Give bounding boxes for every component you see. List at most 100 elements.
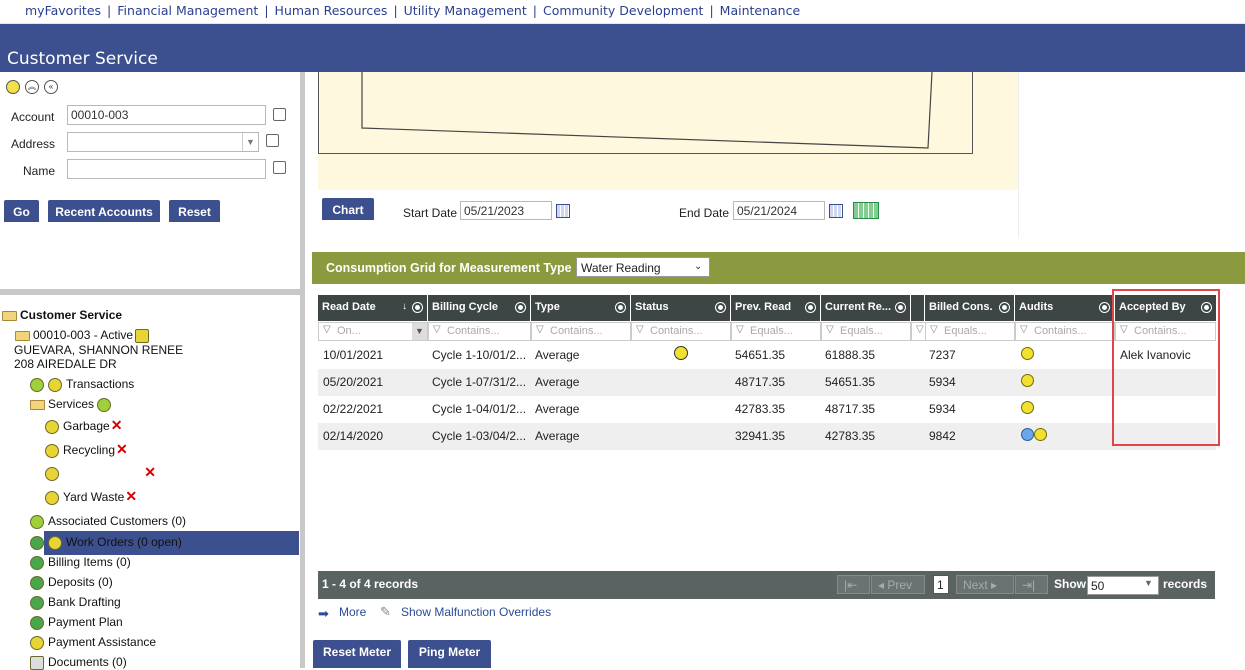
measurement-type-select[interactable]: Water Reading <box>576 257 710 277</box>
next-page-button[interactable]: Next ▸ <box>956 575 1014 594</box>
filter-audits[interactable]: Contains... <box>1015 322 1115 341</box>
tree-deposits[interactable]: Deposits (0) <box>30 575 113 590</box>
tree-service-garbage[interactable]: Garbage✕ <box>45 417 122 434</box>
gear-icon[interactable] <box>896 303 905 312</box>
first-page-button[interactable]: |⇤ <box>837 575 870 594</box>
audit-icon[interactable] <box>1021 346 1034 361</box>
nav-myfavorites[interactable]: myFavorites <box>25 3 101 18</box>
col-audits[interactable]: Audits <box>1015 295 1115 321</box>
go-button[interactable]: Go <box>4 200 39 222</box>
tree-billing-items[interactable]: Billing Items (0) <box>30 555 131 570</box>
audit-icons[interactable] <box>1021 427 1047 442</box>
tree-payment-plan[interactable]: Payment Plan <box>30 615 123 630</box>
calendar-icon[interactable] <box>829 204 843 218</box>
tree-account[interactable]: 00010-003 - Active <box>15 328 153 343</box>
gear-icon[interactable] <box>413 303 422 312</box>
grid-export-icon[interactable] <box>853 202 879 219</box>
tree-item-label: Payment Plan <box>48 615 123 629</box>
cell-current-read: 54651.35 <box>825 375 876 389</box>
info-icon[interactable] <box>1021 428 1034 442</box>
tree-work-orders[interactable]: Work Orders (0 open) <box>30 535 182 550</box>
address-select[interactable] <box>67 132 259 152</box>
filter-dropdown-icon[interactable]: ▼ <box>412 323 427 340</box>
gear-icon[interactable] <box>516 303 525 312</box>
filter-current-read[interactable]: Equals... <box>821 322 911 341</box>
inactive-x-icon: ✕ <box>144 464 156 480</box>
horizontal-splitter[interactable] <box>0 289 300 295</box>
audit-icon[interactable] <box>1034 428 1047 442</box>
ping-meter-button[interactable]: Ping Meter <box>408 640 491 668</box>
more-link[interactable]: More <box>339 605 366 619</box>
tree-services[interactable]: Services <box>30 397 115 412</box>
lock-icon <box>135 328 150 343</box>
collapse-up-icon[interactable]: ︽ <box>25 80 39 94</box>
filter-prev-read[interactable]: Equals... <box>731 322 821 341</box>
table-row[interactable]: 02/22/2021 Cycle 1-04/01/2... Average 42… <box>318 396 1216 423</box>
last-page-button[interactable]: ⇥| <box>1015 575 1048 594</box>
reset-button[interactable]: Reset <box>169 200 220 222</box>
col-billed-cons[interactable]: Billed Cons. <box>925 295 1015 321</box>
tree-associated-customers[interactable]: Associated Customers (0) <box>30 514 186 529</box>
col-hidden[interactable] <box>911 295 925 321</box>
nav-community-development[interactable]: Community Development <box>543 3 703 18</box>
recent-accounts-button[interactable]: Recent Accounts <box>48 200 160 222</box>
nav-maintenance[interactable]: Maintenance <box>720 3 801 18</box>
gear-icon[interactable] <box>1000 303 1009 312</box>
prev-page-button[interactable]: ◂ Prev <box>871 575 925 594</box>
start-date-input[interactable]: 05/21/2023 <box>460 201 552 220</box>
col-billing-cycle[interactable]: Billing Cycle <box>428 295 531 321</box>
col-type[interactable]: Type <box>531 295 631 321</box>
audit-icon[interactable] <box>1021 400 1034 415</box>
name-input[interactable] <box>67 159 266 179</box>
chevron-down-icon[interactable]: ⌄ <box>694 261 702 272</box>
filter-status[interactable]: Contains... <box>631 322 731 341</box>
nav-financial-management[interactable]: Financial Management <box>117 3 258 18</box>
col-read-date[interactable]: Read Date ↓ <box>318 295 428 321</box>
filter-type[interactable]: Contains... <box>531 322 631 341</box>
cell-billed-cons: 5934 <box>929 402 956 416</box>
dropdown-arrow-icon[interactable]: ▼ <box>242 133 258 151</box>
tree-service-water-sewer[interactable]: Water & Sewer✕ <box>45 464 156 481</box>
nav-human-resources[interactable]: Human Resources <box>275 3 388 18</box>
tree-service-yard-waste[interactable]: Yard Waste✕ <box>45 488 137 505</box>
dropdown-arrow-icon[interactable]: ▼ <box>1144 578 1153 588</box>
search-icon[interactable] <box>6 80 20 94</box>
table-row[interactable]: 10/01/2021 Cycle 1-10/01/2... Average 54… <box>318 342 1216 369</box>
chart-button[interactable]: Chart <box>322 198 374 220</box>
audit-icon[interactable] <box>1021 373 1034 388</box>
table-row[interactable]: 02/14/2020 Cycle 1-03/04/2... Average 32… <box>318 423 1216 450</box>
vertical-splitter[interactable] <box>300 72 305 668</box>
tree-payment-assistance[interactable]: Payment Assistance <box>30 635 156 650</box>
gear-icon[interactable] <box>616 303 625 312</box>
tree-bank-drafting[interactable]: Bank Drafting <box>30 595 121 610</box>
filter-billing-cycle[interactable]: Contains... <box>428 322 531 341</box>
show-malfunction-overrides-link[interactable]: Show Malfunction Overrides <box>401 605 551 619</box>
tree-transactions[interactable]: Transactions <box>30 377 134 392</box>
filter-billed-cons[interactable]: Equals... <box>925 322 1015 341</box>
inactive-x-icon: ✕ <box>110 417 123 433</box>
collapse-left-icon[interactable]: « <box>44 80 58 94</box>
work-orders-icon <box>30 535 44 550</box>
gear-icon[interactable] <box>716 303 725 312</box>
tree-item-label: Payment Assistance <box>48 635 157 649</box>
calendar-icon[interactable] <box>556 204 570 218</box>
tree-root[interactable]: Customer Service <box>2 308 122 322</box>
address-checkbox[interactable] <box>266 134 279 147</box>
col-prev-read[interactable]: Prev. Read <box>731 295 821 321</box>
col-current-read[interactable]: Current Re... <box>821 295 911 321</box>
end-date-input[interactable]: 05/21/2024 <box>733 201 825 220</box>
gear-icon[interactable] <box>1100 303 1109 312</box>
address-label: Address <box>11 137 56 151</box>
highlight-box <box>1112 289 1220 446</box>
table-row[interactable]: 05/20/2021 Cycle 1-07/31/2... Average 48… <box>318 369 1216 396</box>
tree-service-recycling[interactable]: Recycling✕ <box>45 441 128 458</box>
reset-meter-button[interactable]: Reset Meter <box>313 640 401 668</box>
current-page[interactable]: 1 <box>933 575 949 594</box>
nav-utility-management[interactable]: Utility Management <box>404 3 527 18</box>
col-status[interactable]: Status <box>631 295 731 321</box>
status-icon[interactable] <box>674 346 688 360</box>
name-checkbox[interactable] <box>273 161 286 174</box>
account-checkbox[interactable] <box>273 108 286 121</box>
account-input[interactable]: 00010-003 <box>67 105 266 125</box>
gear-icon[interactable] <box>806 303 815 312</box>
